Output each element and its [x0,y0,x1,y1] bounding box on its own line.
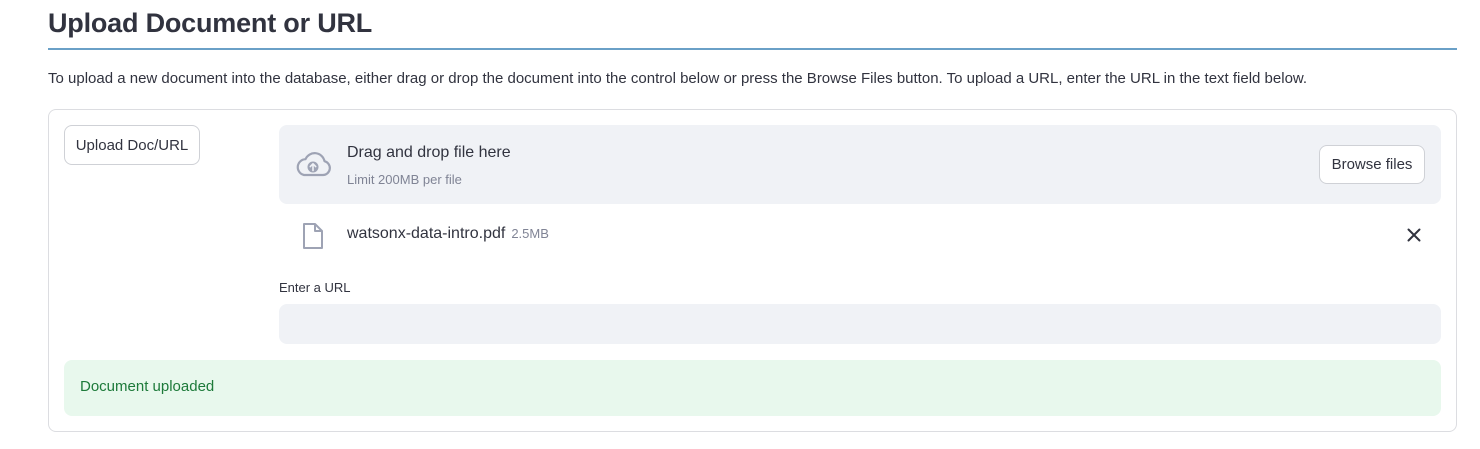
close-icon[interactable] [1405,226,1423,244]
intro-text: To upload a new document into the databa… [48,70,1308,87]
file-size: 2.5MB [511,226,549,241]
file-name-line: watsonx-data-intro.pdf 2.5MB [347,225,549,243]
dropzone-title: Drag and drop file here [347,144,511,161]
page-title: Upload Document or URL [48,8,373,38]
url-field-label: Enter a URL [279,280,351,295]
browse-files-button[interactable]: Browse files [1319,145,1425,184]
title-divider [48,48,1457,50]
uploaded-file-item: watsonx-data-intro.pdf 2.5MB [279,210,1441,260]
url-input[interactable] [279,304,1441,344]
file-icon [303,223,323,249]
dropzone-limit: Limit 200MB per file [347,172,462,187]
cloud-upload-icon [296,152,331,177]
file-name: watsonx-data-intro.pdf [347,225,506,242]
success-alert: Document uploaded [64,360,1441,416]
success-message: Document uploaded [80,378,215,395]
upload-doc-url-button[interactable]: Upload Doc/URL [64,125,200,165]
file-dropzone[interactable]: Drag and drop file here Limit 200MB per … [279,125,1441,204]
